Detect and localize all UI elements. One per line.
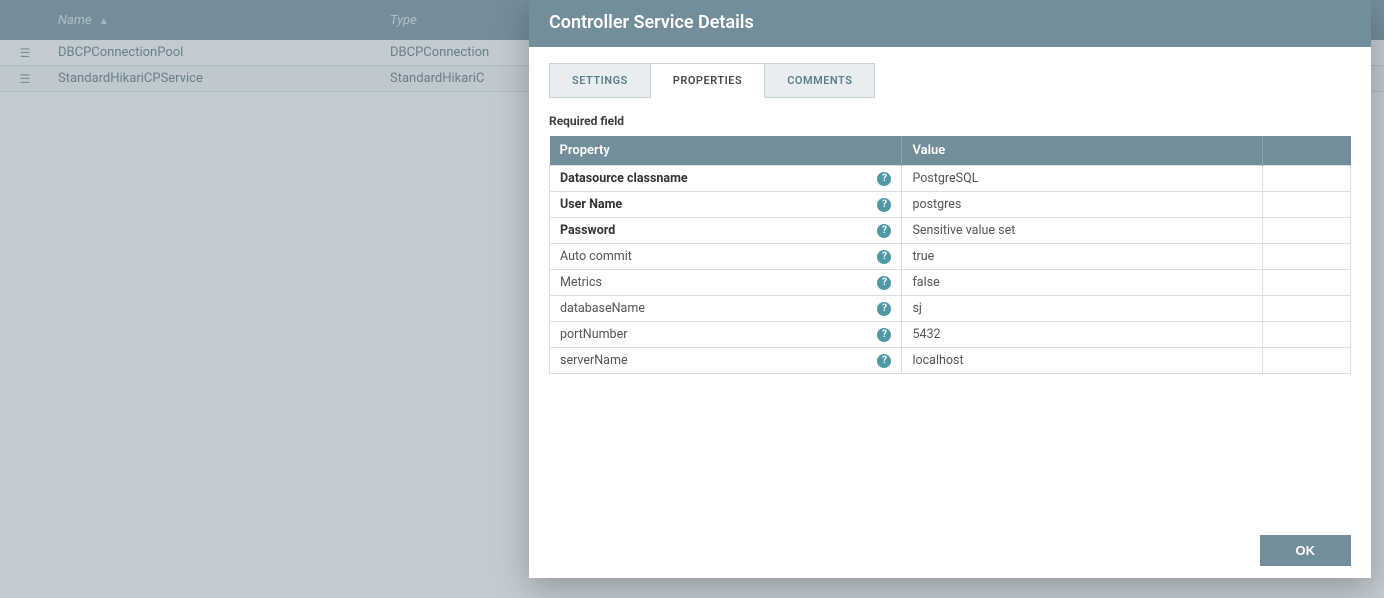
property-value[interactable]: sj — [902, 296, 1262, 322]
help-icon[interactable]: ? — [877, 250, 891, 264]
property-row[interactable]: User Name? postgres — [550, 192, 1351, 218]
property-extra — [1262, 270, 1350, 296]
property-row[interactable]: Metrics? false — [550, 270, 1351, 296]
property-row[interactable]: Datasource classname? PostgreSQL — [550, 166, 1351, 192]
property-value[interactable]: postgres — [902, 192, 1262, 218]
col-header-extra — [1262, 136, 1350, 166]
property-extra — [1262, 322, 1350, 348]
help-icon[interactable]: ? — [877, 198, 891, 212]
controller-service-details-dialog: Controller Service Details SETTINGS PROP… — [529, 0, 1371, 578]
property-row[interactable]: Password? Sensitive value set — [550, 218, 1351, 244]
property-name: User Name — [560, 197, 622, 212]
properties-table: Property Value Datasource classname? Post… — [549, 136, 1351, 374]
property-name: serverName — [560, 353, 628, 368]
property-value[interactable]: true — [902, 244, 1262, 270]
help-icon[interactable]: ? — [877, 354, 891, 368]
property-extra — [1262, 348, 1350, 374]
property-row[interactable]: databaseName? sj — [550, 296, 1351, 322]
help-icon[interactable]: ? — [877, 328, 891, 342]
col-header-value[interactable]: Value — [902, 136, 1262, 166]
dialog-footer: OK — [529, 525, 1371, 578]
col-header-property[interactable]: Property — [550, 136, 902, 166]
property-extra — [1262, 296, 1350, 322]
ok-button[interactable]: OK — [1260, 535, 1352, 566]
dialog-tabs: SETTINGS PROPERTIES COMMENTS — [549, 63, 1351, 98]
tab-properties[interactable]: PROPERTIES — [651, 63, 765, 98]
help-icon[interactable]: ? — [877, 172, 891, 186]
property-row[interactable]: portNumber? 5432 — [550, 322, 1351, 348]
property-name: Password — [560, 223, 615, 238]
property-value[interactable]: 5432 — [902, 322, 1262, 348]
property-name: databaseName — [560, 301, 645, 316]
property-name: Auto commit — [560, 249, 632, 264]
required-field-label: Required field — [549, 114, 1351, 128]
property-value[interactable]: false — [902, 270, 1262, 296]
help-icon[interactable]: ? — [877, 224, 891, 238]
property-row[interactable]: Auto commit? true — [550, 244, 1351, 270]
help-icon[interactable]: ? — [877, 276, 891, 290]
dialog-body: SETTINGS PROPERTIES COMMENTS Required fi… — [529, 47, 1371, 525]
property-name: Datasource classname — [560, 171, 688, 186]
help-icon[interactable]: ? — [877, 302, 891, 316]
property-value[interactable]: localhost — [902, 348, 1262, 374]
tab-settings[interactable]: SETTINGS — [549, 63, 651, 98]
property-name: Metrics — [560, 275, 602, 290]
property-name: portNumber — [560, 327, 627, 342]
property-extra — [1262, 218, 1350, 244]
property-extra — [1262, 192, 1350, 218]
dialog-title: Controller Service Details — [529, 0, 1371, 47]
dialog-title-text: Controller Service Details — [549, 12, 754, 33]
property-value[interactable]: PostgreSQL — [902, 166, 1262, 192]
property-row[interactable]: serverName? localhost — [550, 348, 1351, 374]
property-value[interactable]: Sensitive value set — [902, 218, 1262, 244]
property-extra — [1262, 166, 1350, 192]
property-extra — [1262, 244, 1350, 270]
tab-comments[interactable]: COMMENTS — [765, 63, 875, 98]
